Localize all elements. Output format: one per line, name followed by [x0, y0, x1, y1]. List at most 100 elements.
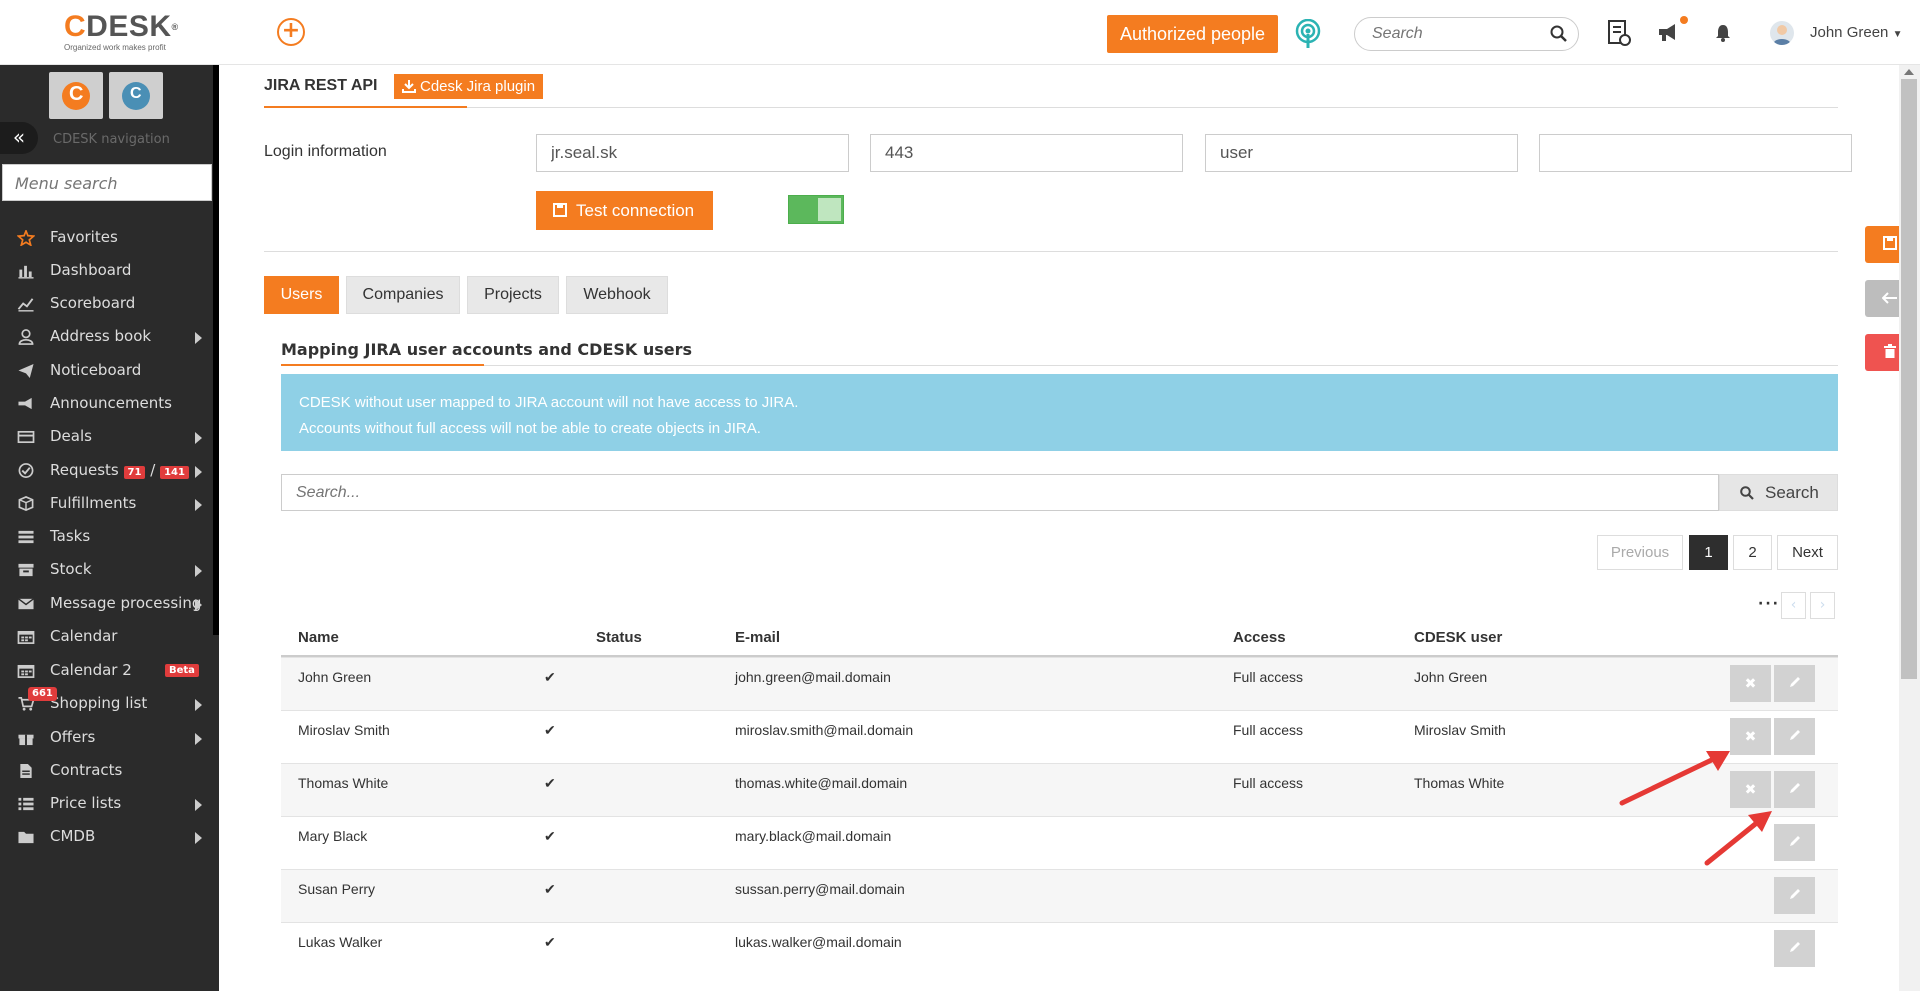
submenu-caret-icon	[195, 699, 202, 711]
line-chart-icon	[17, 298, 34, 312]
global-search-input[interactable]	[1372, 25, 1542, 43]
authorized-people-button[interactable]: Authorized people	[1107, 15, 1278, 53]
pagination-page-1[interactable]: 1	[1689, 535, 1728, 570]
sidebar-item-label: CMDB	[50, 827, 95, 845]
tab-companies[interactable]: Companies	[346, 276, 460, 314]
app-switch-cdesk[interactable]: C	[49, 72, 103, 119]
tab-webhook[interactable]: Webhook	[566, 276, 668, 314]
column-header-cdesk-user[interactable]: CDESK user	[1414, 629, 1502, 646]
connection-enabled-toggle[interactable]	[788, 195, 844, 224]
column-header-access[interactable]: Access	[1233, 629, 1286, 646]
annotation-arrow-2	[1704, 811, 1772, 866]
logo-wordmark: CDESK®	[64, 10, 179, 43]
scroll-up-arrow[interactable]	[1904, 69, 1914, 75]
sidebar-item-dashboard[interactable]: Dashboard	[0, 254, 213, 288]
table-row[interactable]: Susan Perry ✔ sussan.perry@mail.domain	[281, 869, 1838, 922]
edit-button[interactable]	[1774, 877, 1815, 914]
tab-users[interactable]: Users	[264, 276, 339, 314]
requests-open-badge: 71	[123, 466, 146, 479]
podcast-icon[interactable]	[1294, 19, 1322, 49]
global-search[interactable]	[1354, 17, 1579, 51]
sidebar-item-deals[interactable]: Deals	[0, 420, 213, 454]
sidebar-item-label: Requests 71 / 141	[50, 461, 189, 479]
sidebar-item-tasks[interactable]: Tasks	[0, 520, 213, 554]
unmap-button[interactable]: ✖	[1730, 665, 1771, 702]
host-field[interactable]	[536, 134, 849, 172]
sidebar-item-address-book[interactable]: Address book	[0, 320, 213, 354]
menu-search-input[interactable]	[15, 174, 205, 193]
sidebar-item-announcements[interactable]: Announcements	[0, 387, 213, 421]
star-icon	[17, 230, 35, 246]
sidebar-item-label: Calendar	[50, 627, 117, 645]
sidebar-scrollbar[interactable]	[213, 65, 219, 635]
pagination-previous[interactable]: Previous	[1597, 535, 1683, 570]
requests-badge-separator: /	[150, 461, 156, 479]
cell-cdesk-user: Miroslav Smith	[1414, 722, 1506, 738]
calendar-icon	[17, 630, 35, 644]
column-header-email[interactable]: E-mail	[735, 629, 780, 646]
edit-button[interactable]	[1774, 930, 1815, 967]
password-field[interactable]	[1539, 134, 1852, 172]
mapping-divider	[281, 365, 1838, 366]
port-field[interactable]	[870, 134, 1183, 172]
sidebar-item-calendar[interactable]: Calendar	[0, 620, 213, 654]
search-icon[interactable]	[1550, 25, 1568, 43]
sidebar-item-offers[interactable]: Offers	[0, 721, 213, 755]
page-scrollbar-thumb[interactable]	[1901, 79, 1917, 679]
collapse-sidebar-button[interactable]: «	[0, 122, 38, 154]
timesheet-icon[interactable]	[1607, 19, 1631, 47]
table-row[interactable]: Lukas Walker ✔ lukas.walker@mail.domain	[281, 922, 1838, 975]
status-check-icon: ✔	[544, 934, 556, 950]
sidebar-item-fulfillments[interactable]: Fulfillments	[0, 487, 213, 521]
sidebar-item-calendar-2[interactable]: Calendar 2 Beta	[0, 654, 213, 688]
mapping-title-underline	[281, 364, 484, 366]
edit-button[interactable]	[1774, 665, 1815, 702]
table-row[interactable]: John Green ✔ john.green@mail.domain Full ac…	[281, 657, 1838, 710]
table-search-button[interactable]: Search	[1719, 474, 1838, 511]
user-menu[interactable]: John Green ▼	[1810, 24, 1902, 41]
sidebar-item-stock[interactable]: Stock	[0, 553, 213, 587]
pencil-icon	[1789, 942, 1800, 952]
sidebar-item-label: Deals	[50, 427, 92, 445]
table-search-input[interactable]	[281, 474, 1719, 511]
column-header-name[interactable]: Name	[298, 629, 339, 646]
column-header-status[interactable]: Status	[596, 629, 642, 646]
cdesk-logo[interactable]: CDESK® Organized work makes profit	[64, 10, 179, 53]
test-connection-button[interactable]: Test connection	[536, 191, 713, 230]
username-field[interactable]	[1205, 134, 1518, 172]
add-new-button[interactable]: +	[277, 18, 305, 46]
sidebar-item-contracts[interactable]: Contracts	[0, 754, 213, 788]
sidebar-item-price-lists[interactable]: Price lists	[0, 787, 213, 821]
page-scrollbar[interactable]	[1899, 65, 1920, 991]
requests-total-badge: 141	[160, 466, 189, 479]
sidebar-item-requests[interactable]: Requests 71 / 141	[0, 454, 213, 488]
app-switch-secondary[interactable]: C	[109, 72, 163, 119]
info-line-2: Accounts without full access will not be…	[299, 420, 761, 437]
annotation-arrows	[1619, 751, 1772, 866]
bell-icon[interactable]	[1715, 24, 1731, 42]
scroll-right-button[interactable]: ›	[1810, 592, 1835, 619]
pagination-page-2[interactable]: 2	[1733, 535, 1772, 570]
table-search-label: Search	[1765, 482, 1819, 502]
jira-plugin-download-button[interactable]: Cdesk Jira plugin	[394, 74, 544, 99]
sidebar-item-text: Dashboard	[50, 261, 132, 279]
edit-button[interactable]	[1774, 771, 1815, 808]
sidebar-item-label: Scoreboard	[50, 294, 135, 312]
edit-button[interactable]	[1774, 718, 1815, 755]
sidebar-item-favorites[interactable]: Favorites	[0, 221, 213, 255]
edit-button[interactable]	[1774, 824, 1815, 861]
avatar[interactable]	[1770, 21, 1794, 45]
sidebar-item-cmdb[interactable]: CMDB	[0, 820, 213, 854]
sidebar-item-text: Requests	[50, 461, 119, 479]
sidebar-item-noticeboard[interactable]: Noticeboard	[0, 354, 213, 388]
status-check-icon: ✔	[544, 722, 556, 738]
pagination-next[interactable]: Next	[1777, 535, 1838, 570]
menu-search[interactable]	[2, 164, 212, 201]
megaphone-icon[interactable]	[1657, 22, 1679, 42]
beta-badge: Beta	[165, 664, 199, 677]
sidebar-item-message-processing[interactable]: Message processing	[0, 587, 213, 621]
sidebar-item-scoreboard[interactable]: Scoreboard	[0, 287, 213, 321]
scroll-left-button[interactable]: ‹	[1781, 592, 1806, 619]
tab-projects[interactable]: Projects	[467, 276, 559, 314]
sidebar-item-text: Address book	[50, 327, 152, 345]
